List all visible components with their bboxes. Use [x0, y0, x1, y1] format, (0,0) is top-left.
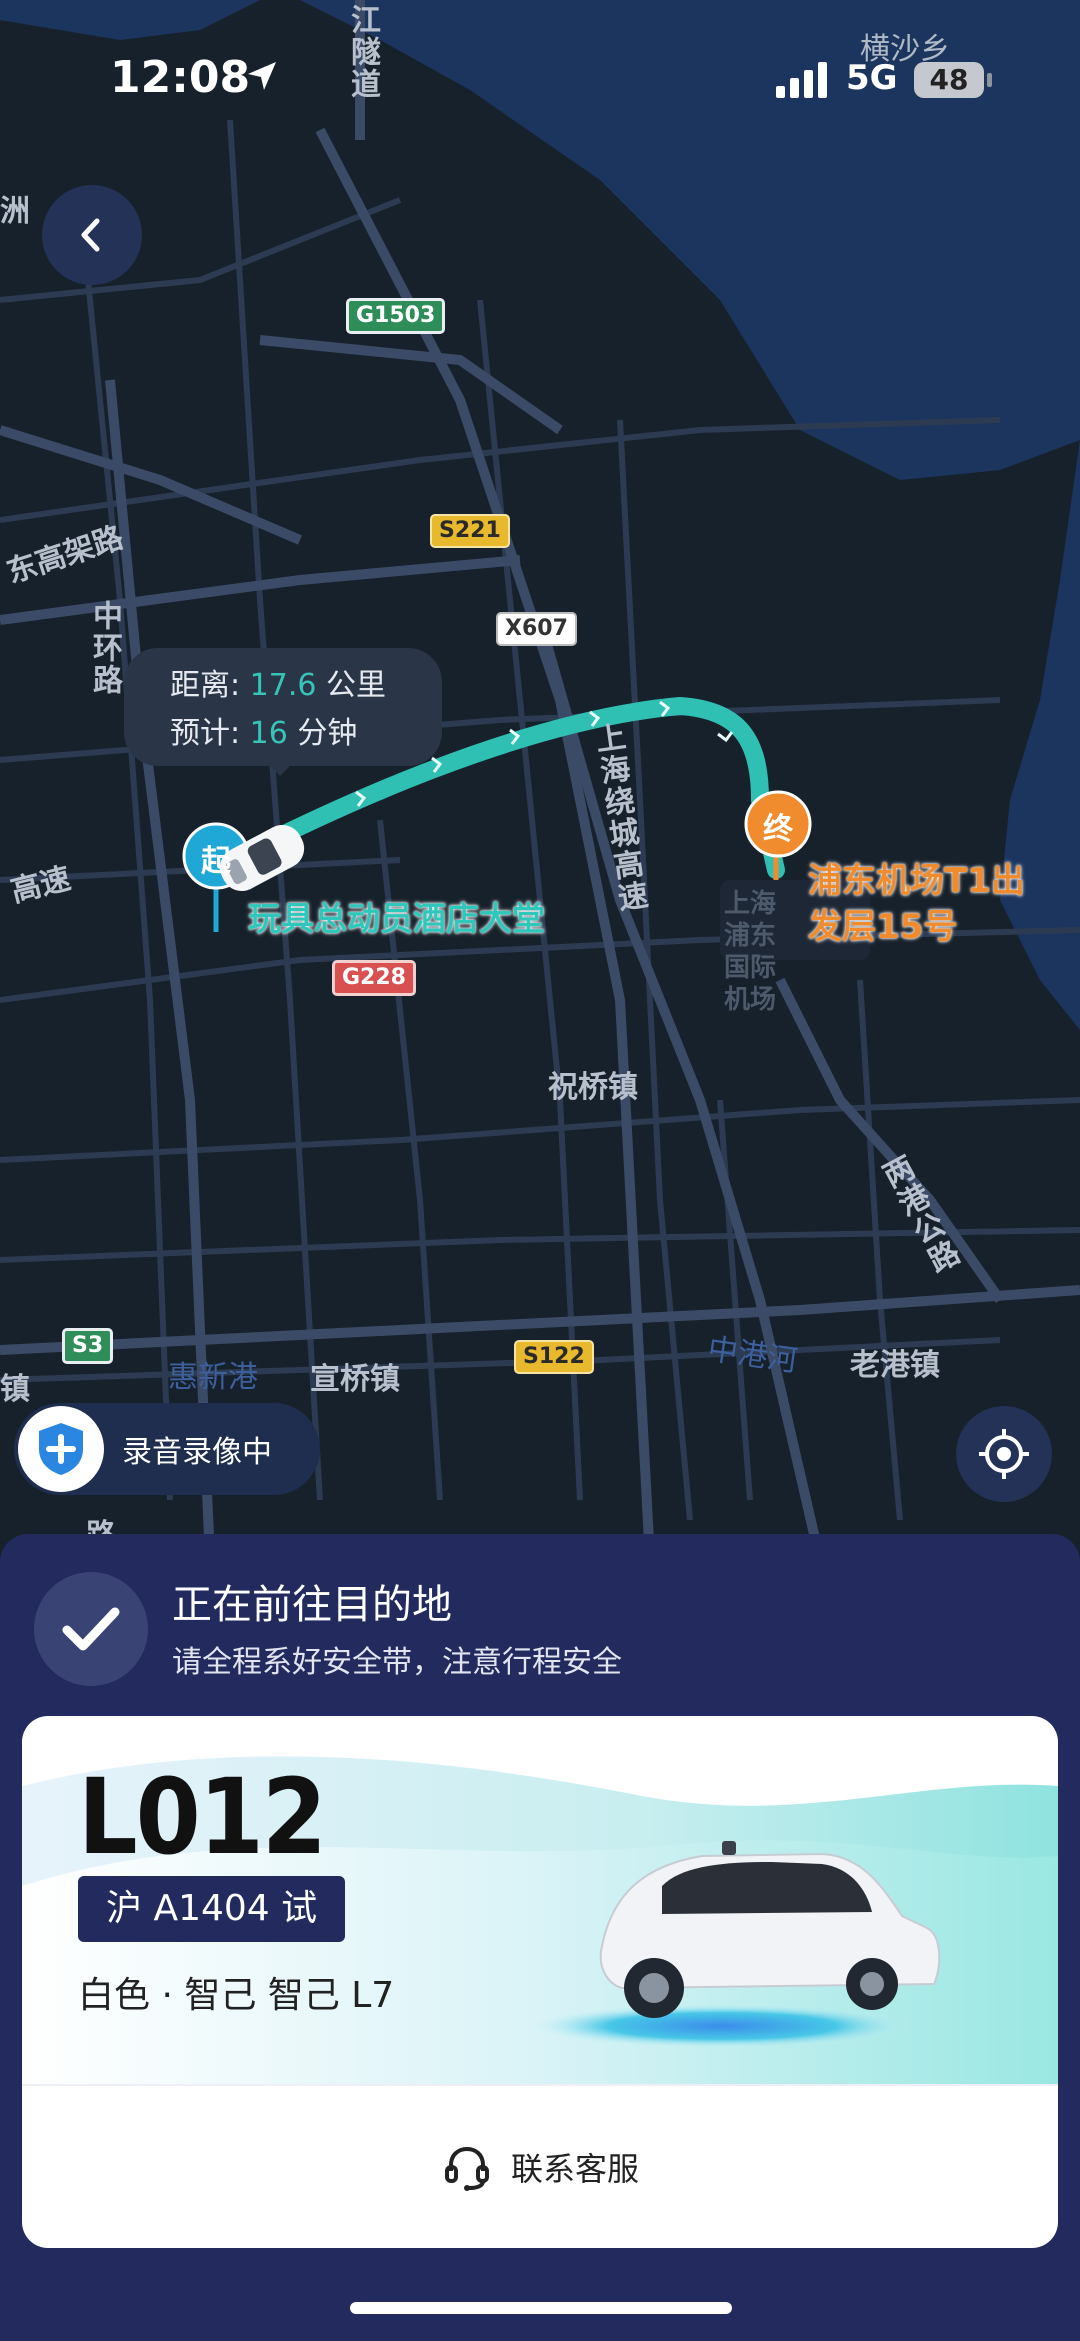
contact-support-button[interactable]: 联系客服 [22, 2086, 1058, 2248]
signal-icon [776, 62, 827, 98]
license-plate: 沪 A1404 试 [78, 1876, 346, 1942]
road-shield: G228 [332, 960, 416, 996]
battery-level: 48 [929, 63, 969, 96]
location-arrow-icon [248, 62, 276, 90]
status-bar: 12:08 横沙乡 5G 48 [0, 0, 1080, 150]
route-info-bubble: 距离: 17.6 公里 预计: 16 分钟 [124, 648, 442, 766]
eta-label: 预计: [170, 716, 241, 751]
recording-text: 录音录像中 [122, 1435, 272, 1470]
trip-status-subtitle: 请全程系好安全带，注意行程安全 [172, 1645, 622, 1680]
map-label: 中环路 [87, 600, 122, 696]
end-place-line1: 浦东机场T1出 [808, 861, 1025, 901]
locate-button[interactable] [956, 1406, 1052, 1502]
end-place-line2: 发层15号 [808, 907, 958, 947]
road-shield: S122 [514, 1340, 594, 1374]
map-label: 上海浦东国际机场 [724, 889, 777, 1015]
vehicle-id: L012 [78, 1756, 327, 1878]
road-shield: S3 [62, 1328, 114, 1364]
road-shield: X607 [496, 612, 577, 646]
map-label: 洲 [0, 194, 30, 229]
network-type: 5G [846, 58, 898, 98]
map-label: 祝桥镇 [548, 1070, 638, 1105]
headset-icon [444, 2146, 489, 2191]
vehicle-card: L012 沪 A1404 试 白色 · 智己 智己 L7 联系客服 [22, 1716, 1058, 2248]
end-place-label: 浦东机场T1出 发层15号 [808, 858, 1068, 950]
start-place-label: 玩具总动员酒店大堂 [248, 899, 545, 938]
end-marker[interactable]: 终 [758, 804, 798, 848]
map-canvas [0, 0, 1080, 1560]
map-label: 老港镇 [850, 1348, 940, 1383]
distance-unit: 公里 [326, 668, 386, 703]
bubble-tail [268, 764, 292, 776]
contact-support-label: 联系客服 [510, 2150, 639, 2188]
chevron-left-icon [81, 218, 100, 252]
battery-tip [987, 73, 992, 87]
battery-icon: 48 [914, 62, 984, 98]
shield-plus-icon [18, 1406, 104, 1492]
eta-unit: 分钟 [297, 716, 358, 751]
road-shield: S221 [430, 514, 510, 548]
distance-label: 距离: [170, 668, 241, 703]
recording-indicator[interactable]: 录音录像中 [14, 1403, 320, 1495]
map-view[interactable]: 洲 东高架路 中环路 高速 上海绕城高速 祝桥镇 两港公路 宣桥镇 老港镇 江隧… [0, 0, 1080, 1560]
status-time: 12:08 [110, 52, 251, 103]
map-label: 镇 [0, 1372, 30, 1407]
vehicle-description: 白色 · 智己 智己 L7 [78, 1975, 395, 2016]
locate-icon [979, 1429, 1029, 1479]
map-label: 宣桥镇 [310, 1362, 400, 1397]
distance-value: 17.6 [249, 668, 317, 703]
road-shield: G1503 [346, 298, 446, 334]
eta-value: 16 [249, 716, 288, 751]
back-button[interactable] [42, 185, 142, 285]
water-label: 惠新港 [168, 1360, 258, 1395]
check-icon [34, 1572, 148, 1686]
start-marker[interactable]: 起 [196, 836, 236, 880]
home-indicator[interactable] [350, 2302, 732, 2314]
trip-status-title: 正在前往目的地 [172, 1582, 452, 1628]
